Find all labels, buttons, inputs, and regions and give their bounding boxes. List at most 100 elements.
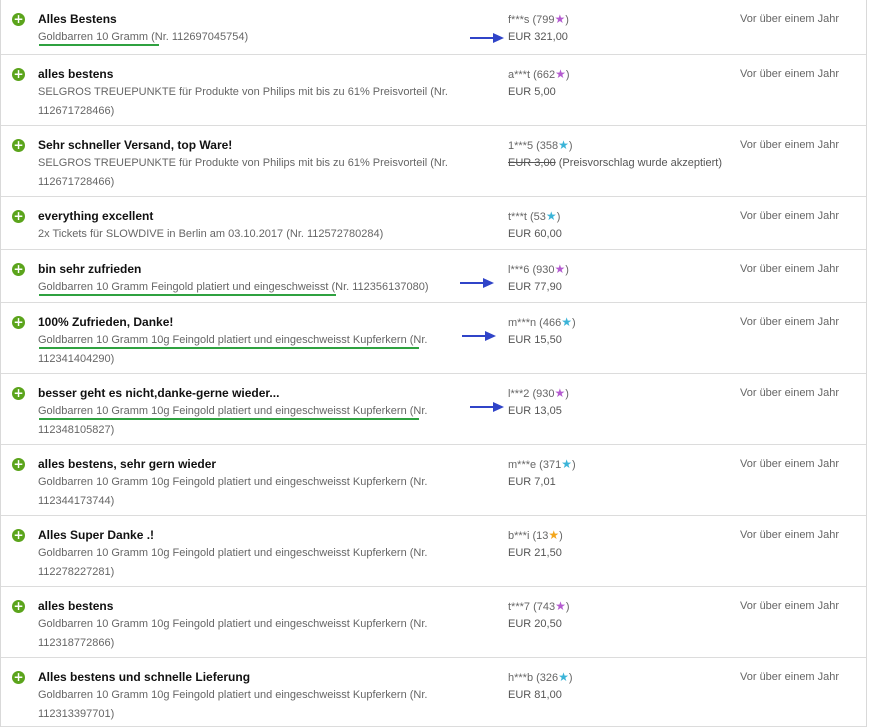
item-price: EUR 7,01	[508, 476, 556, 488]
item-link[interactable]: Goldbarren 10 Gramm 10g Feingold platier…	[38, 686, 458, 724]
rater-name[interactable]: m***e (371	[508, 459, 561, 471]
plus-circle-icon: +	[12, 386, 25, 400]
item-link[interactable]: Goldbarren 10 Gramm 10g Feingold platier…	[38, 331, 458, 369]
rating-star-icon: ★	[548, 528, 560, 542]
plus-circle-icon: +	[12, 315, 25, 329]
item-price: EUR 321,00	[508, 31, 568, 43]
rater-info[interactable]: m***n (466★)	[508, 315, 576, 329]
annotation-underline	[39, 347, 419, 349]
feedback-date: Vor über einem Jahr	[740, 68, 840, 80]
rater-info[interactable]: l***6 (930★)	[508, 262, 569, 276]
feedback-date: Vor über einem Jahr	[740, 529, 840, 541]
rater-name[interactable]: 1***5 (358	[508, 140, 558, 152]
rater-name[interactable]: l***6 (930	[508, 264, 554, 276]
item-link[interactable]: Goldbarren 10 Gramm 10g Feingold platier…	[38, 544, 458, 582]
price-value: EUR 77,90	[508, 281, 562, 293]
rater-info[interactable]: t***t (53★)	[508, 209, 560, 223]
plus-circle-icon: +	[12, 209, 25, 223]
feedback-row: + alles bestens Goldbarren 10 Gramm 10g Fe…	[1, 587, 866, 658]
feedback-comment: Sehr schneller Versand, top Ware!	[38, 138, 233, 152]
rater-info[interactable]: a***t (662★)	[508, 67, 570, 81]
feedback-row: + everything excellent 2x Tickets für SLOW…	[1, 197, 866, 250]
rater-close: )	[559, 530, 563, 542]
rater-name[interactable]: b***i (13	[508, 530, 548, 542]
annotation-arrow-icon	[460, 278, 494, 288]
item-price: EUR 77,90	[508, 281, 562, 293]
feedback-row: + alles bestens SELGROS TREUEPUNKTE für Pr…	[1, 55, 866, 126]
item-link[interactable]: SELGROS TREUEPUNKTE für Produkte von Phi…	[38, 83, 458, 121]
feedback-comment: alles bestens	[38, 599, 114, 613]
item-link[interactable]: Goldbarren 10 Gramm 10g Feingold platier…	[38, 615, 458, 653]
price-note: (Preisvorschlag wurde akzeptiert)	[558, 157, 722, 169]
rater-info[interactable]: b***i (13★)	[508, 528, 563, 542]
feedback-date: Vor über einem Jahr	[740, 316, 840, 328]
plus-circle-icon: +	[12, 12, 25, 26]
item-link[interactable]: Goldbarren 10 Gramm 10g Feingold platier…	[38, 473, 458, 511]
rater-name[interactable]: t***t (53	[508, 211, 546, 223]
rater-close: )	[565, 69, 570, 81]
rating-star-icon: ★	[558, 670, 569, 684]
price-value: EUR 21,50	[508, 547, 562, 559]
rater-info[interactable]: l***2 (930★)	[508, 386, 569, 400]
plus-circle-icon: +	[12, 262, 25, 276]
plus-circle-icon: +	[12, 599, 25, 613]
feedback-comment: bin sehr zufrieden	[38, 262, 142, 276]
rater-name[interactable]: a***t (662	[508, 69, 555, 81]
rater-name[interactable]: h***b (326	[508, 672, 558, 684]
rater-name[interactable]: l***2 (930	[508, 388, 554, 400]
item-price: EUR 3,00 (Preisvorschlag wurde akzeptier…	[508, 157, 722, 169]
rater-info[interactable]: h***b (326★)	[508, 670, 573, 684]
annotation-arrow-icon	[462, 331, 496, 341]
price-value: EUR 7,01	[508, 476, 556, 488]
rating-star-icon: ★	[554, 262, 566, 276]
price-value: EUR 13,05	[508, 405, 562, 417]
plus-circle-icon: +	[12, 528, 25, 542]
rater-name[interactable]: f***s (799	[508, 14, 554, 26]
rating-star-icon: ★	[561, 457, 572, 471]
rating-star-icon: ★	[545, 209, 557, 223]
item-price: EUR 15,50	[508, 334, 562, 346]
item-link[interactable]: Goldbarren 10 Gramm 10g Feingold platier…	[38, 402, 458, 440]
feedback-date: Vor über einem Jahr	[740, 139, 840, 151]
feedback-date: Vor über einem Jahr	[740, 387, 840, 399]
rater-info[interactable]: t***7 (743★)	[508, 599, 570, 613]
annotation-underline	[39, 418, 419, 420]
plus-circle-icon: +	[12, 457, 25, 471]
rater-info[interactable]: f***s (799★)	[508, 12, 569, 26]
feedback-row: + bin sehr zufrieden Goldbarren 10 Gramm F…	[1, 250, 866, 303]
feedback-row: + besser geht es nicht,danke-gerne wieder…	[1, 374, 866, 445]
feedback-comment: Alles Bestens	[38, 12, 117, 26]
item-price: EUR 21,50	[508, 547, 562, 559]
item-link[interactable]: 2x Tickets für SLOWDIVE in Berlin am 03.…	[38, 225, 458, 244]
plus-circle-icon: +	[12, 670, 25, 684]
rater-close: )	[565, 264, 569, 276]
annotation-arrow-icon	[470, 33, 504, 43]
item-link[interactable]: SELGROS TREUEPUNKTE für Produkte von Phi…	[38, 154, 458, 192]
feedback-comment: Alles bestens und schnelle Lieferung	[38, 670, 251, 684]
feedback-row: +100% Zufrieden, Danke! Goldbarren 10 Gra…	[1, 303, 866, 374]
feedback-list: + Alles Bestens Goldbarren 10 Gramm (Nr. 1…	[0, 0, 867, 727]
feedback-row: + Alles Bestens Goldbarren 10 Gramm (Nr. 1…	[1, 0, 866, 55]
annotation-underline	[39, 294, 336, 296]
price-value: EUR 5,00	[508, 86, 556, 98]
rater-name[interactable]: m***n (466	[508, 317, 561, 329]
item-price: EUR 5,00	[508, 86, 556, 98]
rater-name[interactable]: t***7 (743	[508, 601, 555, 613]
feedback-row: + Sehr schneller Versand, top Ware! SELGRO…	[1, 126, 866, 197]
rating-star-icon: ★	[561, 315, 572, 329]
feedback-row: + Alles Super Danke .! Goldbarren 10 Gramm…	[1, 516, 866, 587]
feedback-comment: Alles Super Danke .!	[38, 528, 155, 542]
feedback-date: Vor über einem Jahr	[740, 210, 840, 222]
rater-close: )	[571, 459, 576, 471]
feedback-comment: alles bestens, sehr gern wieder	[38, 457, 217, 471]
rater-close: )	[565, 388, 569, 400]
annotation-underline	[39, 44, 159, 46]
rater-info[interactable]: m***e (371★)	[508, 457, 576, 471]
rating-star-icon: ★	[555, 599, 566, 613]
rating-star-icon: ★	[554, 386, 566, 400]
feedback-date: Vor über einem Jahr	[740, 600, 840, 612]
rating-star-icon: ★	[558, 138, 569, 152]
rater-close: )	[568, 140, 573, 152]
rater-info[interactable]: 1***5 (358★)	[508, 138, 573, 152]
feedback-comment: alles bestens	[38, 67, 114, 81]
